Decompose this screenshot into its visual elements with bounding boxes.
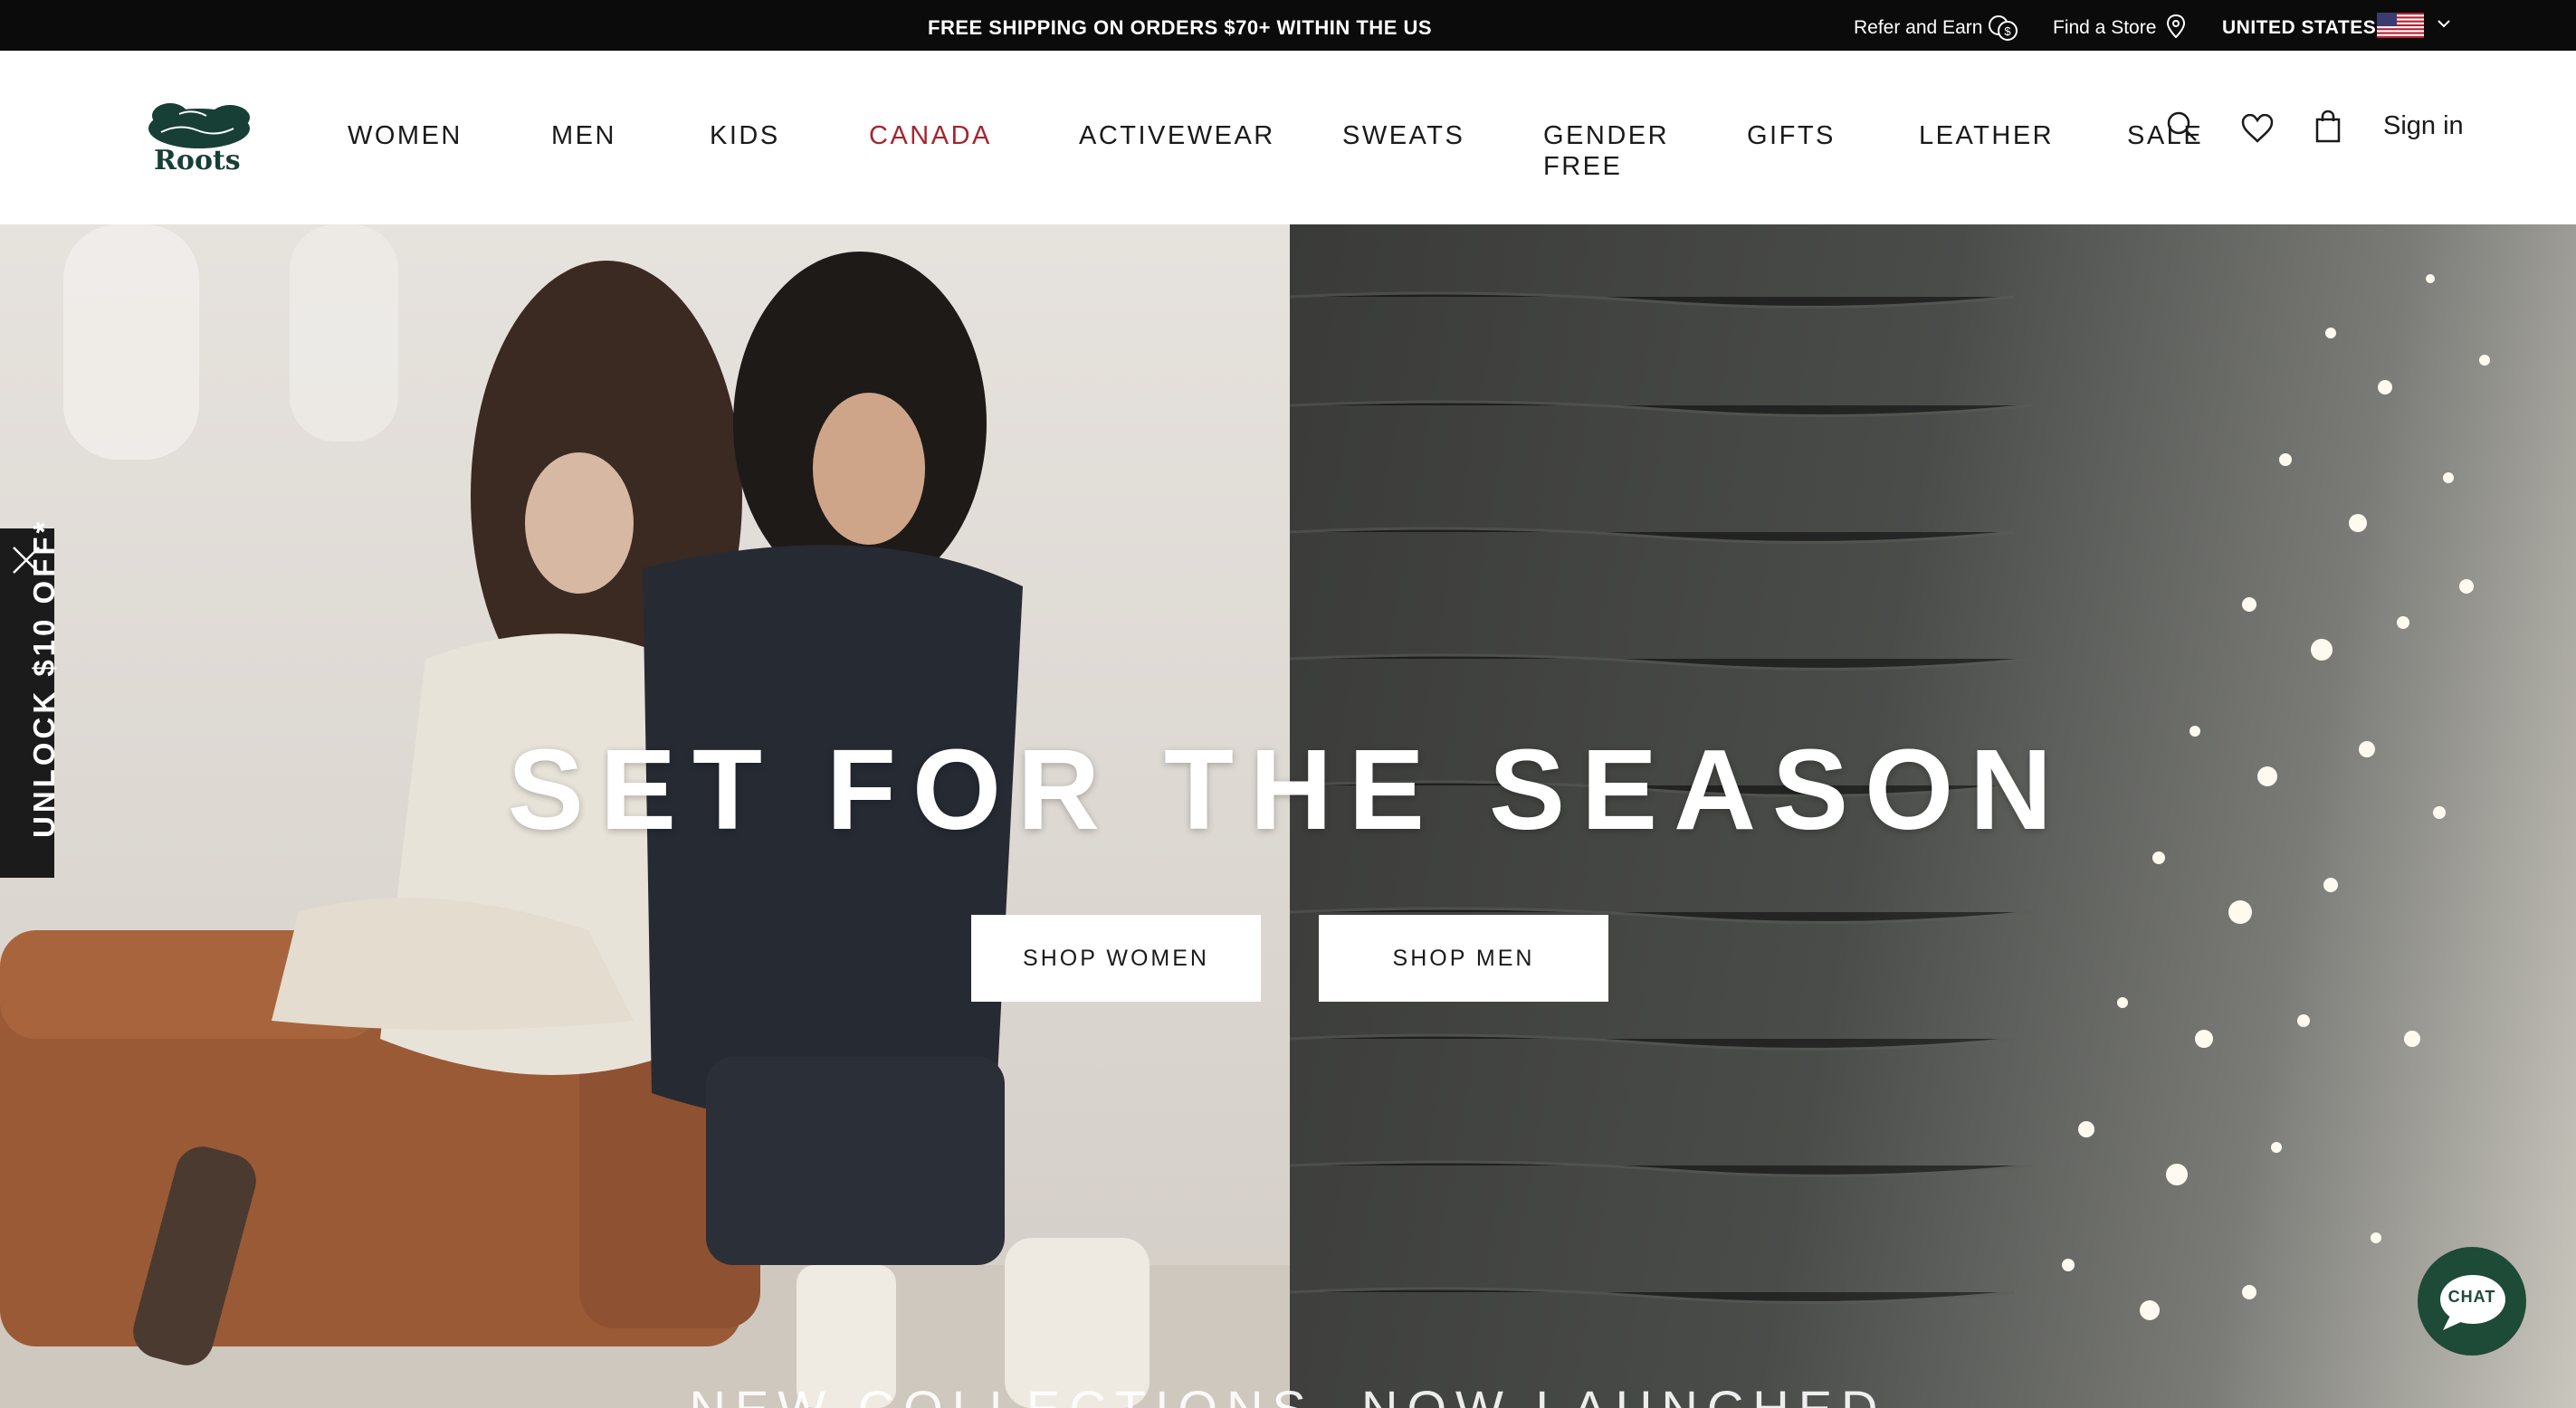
find-a-store-link[interactable]: Find a Store [2053, 0, 2156, 51]
nav-sweats[interactable]: SWEATS [1342, 120, 1465, 151]
announcement-bar: FREE SHIPPING ON ORDERS $70+ WITHIN THE … [0, 0, 2576, 51]
heart-icon[interactable] [2241, 114, 2274, 143]
roots-wordmark[interactable]: Roots [154, 145, 241, 176]
shop-women-button[interactable]: SHOP WOMEN [971, 915, 1261, 1002]
chevron-down-icon[interactable] [2437, 18, 2451, 29]
nav-activewear[interactable]: ACTIVEWEAR [1079, 120, 1275, 151]
chat-label: CHAT [2447, 1288, 2496, 1306]
svg-text:$: $ [2004, 24, 2011, 38]
nav-women[interactable]: WOMEN [348, 120, 463, 151]
free-shipping-banner[interactable]: FREE SHIPPING ON ORDERS $70+ WITHIN THE … [928, 0, 1432, 51]
country-selector[interactable]: UNITED STATES [2222, 0, 2376, 51]
refer-and-earn-link[interactable]: Refer and Earn [1854, 0, 1982, 51]
nav-canada[interactable]: CANADA [869, 120, 992, 151]
hero-banner: SET FOR THE SEASON SHOP WOMEN SHOP MEN N… [0, 224, 2576, 1408]
hero-subtitle: NEW COLLECTIONS. NOW LAUNCHED [0, 1379, 2576, 1408]
unlock-offer-label: UNLOCK $10 OFF* [27, 518, 61, 838]
nav-men[interactable]: MEN [551, 120, 616, 151]
nav-leather[interactable]: LEATHER [1919, 120, 2054, 151]
search-icon[interactable] [2166, 110, 2199, 143]
nav-gender-free-line-1: GENDER [1543, 121, 1670, 150]
unlock-offer-tab[interactable]: UNLOCK $10 OFF* [0, 518, 61, 878]
nav-gifts[interactable]: GIFTS [1747, 120, 1836, 151]
hero-title: SET FOR THE SEASON [507, 726, 2069, 853]
site-header: Roots WOMEN MEN KIDS CANADA ACTIVEWEAR S… [0, 51, 2576, 224]
nav-gender-free[interactable]: GENDER FREE [1543, 120, 1669, 182]
location-pin-icon[interactable] [2167, 14, 2185, 38]
coins-icon[interactable]: $ [1988, 14, 2018, 42]
us-flag-icon[interactable] [2377, 13, 2424, 38]
shopping-bag-icon[interactable] [2315, 110, 2341, 143]
nav-kids[interactable]: KIDS [710, 120, 780, 151]
nav-gender-free-line-2: FREE [1543, 152, 1623, 181]
sign-in-link[interactable]: Sign in [2383, 111, 2464, 141]
shop-men-button[interactable]: SHOP MEN [1319, 915, 1608, 1002]
